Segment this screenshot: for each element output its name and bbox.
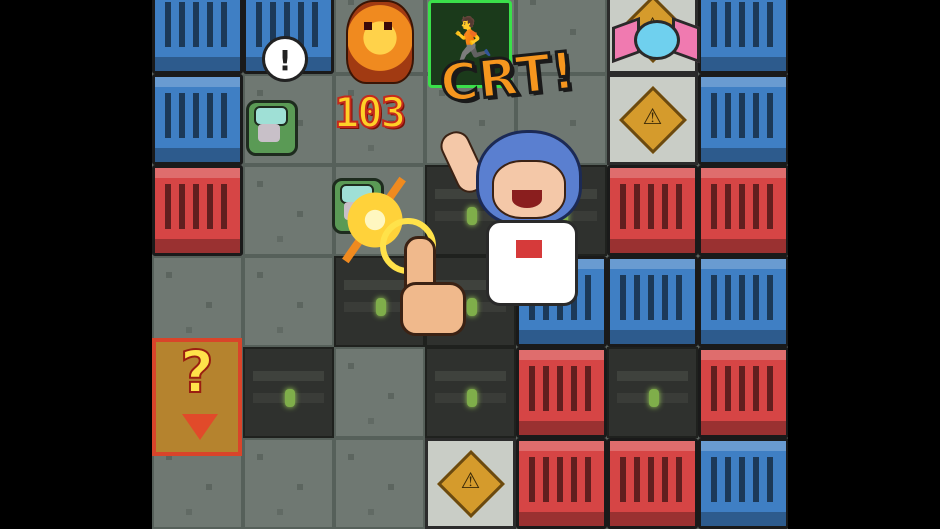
robot-enemy-icon[interactable] xyxy=(234,82,304,162)
alert-mark: ! xyxy=(278,44,292,77)
pit-tile[interactable] xyxy=(243,347,334,438)
floor-tile[interactable] xyxy=(334,438,425,529)
red-crate-tile[interactable] xyxy=(698,165,788,256)
red-crate-tile[interactable] xyxy=(607,165,698,256)
floor-tile[interactable] xyxy=(334,347,425,438)
red-crate-tile[interactable] xyxy=(516,347,607,438)
red-crate-tile[interactable] xyxy=(152,165,243,256)
red-crate-tile[interactable] xyxy=(698,347,788,438)
red-crate-tile[interactable] xyxy=(516,438,607,529)
blue-crate-tile[interactable] xyxy=(698,256,788,347)
blue-crate-tile[interactable] xyxy=(152,0,243,74)
hazard-glyph: ⚠ xyxy=(642,105,663,130)
hazard-sign-icon[interactable]: ⚠ xyxy=(425,438,516,529)
alert-bubble-icon: ! xyxy=(262,36,308,82)
candy-icon[interactable] xyxy=(610,0,700,80)
pit-tile[interactable] xyxy=(607,347,698,438)
fire-monster-icon[interactable] xyxy=(336,0,420,84)
blue-crate-tile[interactable] xyxy=(698,74,788,165)
blue-crate-tile[interactable] xyxy=(698,438,788,529)
mystery-box-icon[interactable]: ? xyxy=(152,337,242,456)
floor-tile[interactable] xyxy=(152,256,243,347)
blue-crate-tile[interactable] xyxy=(607,256,698,347)
red-crate-tile[interactable] xyxy=(607,438,698,529)
hazard-sign-icon[interactable]: ⚠ xyxy=(607,74,698,165)
pit-tile[interactable] xyxy=(425,347,516,438)
damage-number: 103 xyxy=(333,87,407,138)
hazard-glyph: ⚠ xyxy=(460,469,481,494)
tap-hand-icon xyxy=(380,218,470,336)
blue-crate-tile[interactable] xyxy=(698,0,788,74)
floor-tile[interactable] xyxy=(243,438,334,529)
blue-crate-tile[interactable] xyxy=(152,74,243,165)
mystery-mark: ? xyxy=(179,337,215,407)
girl-hero-icon xyxy=(435,110,596,310)
